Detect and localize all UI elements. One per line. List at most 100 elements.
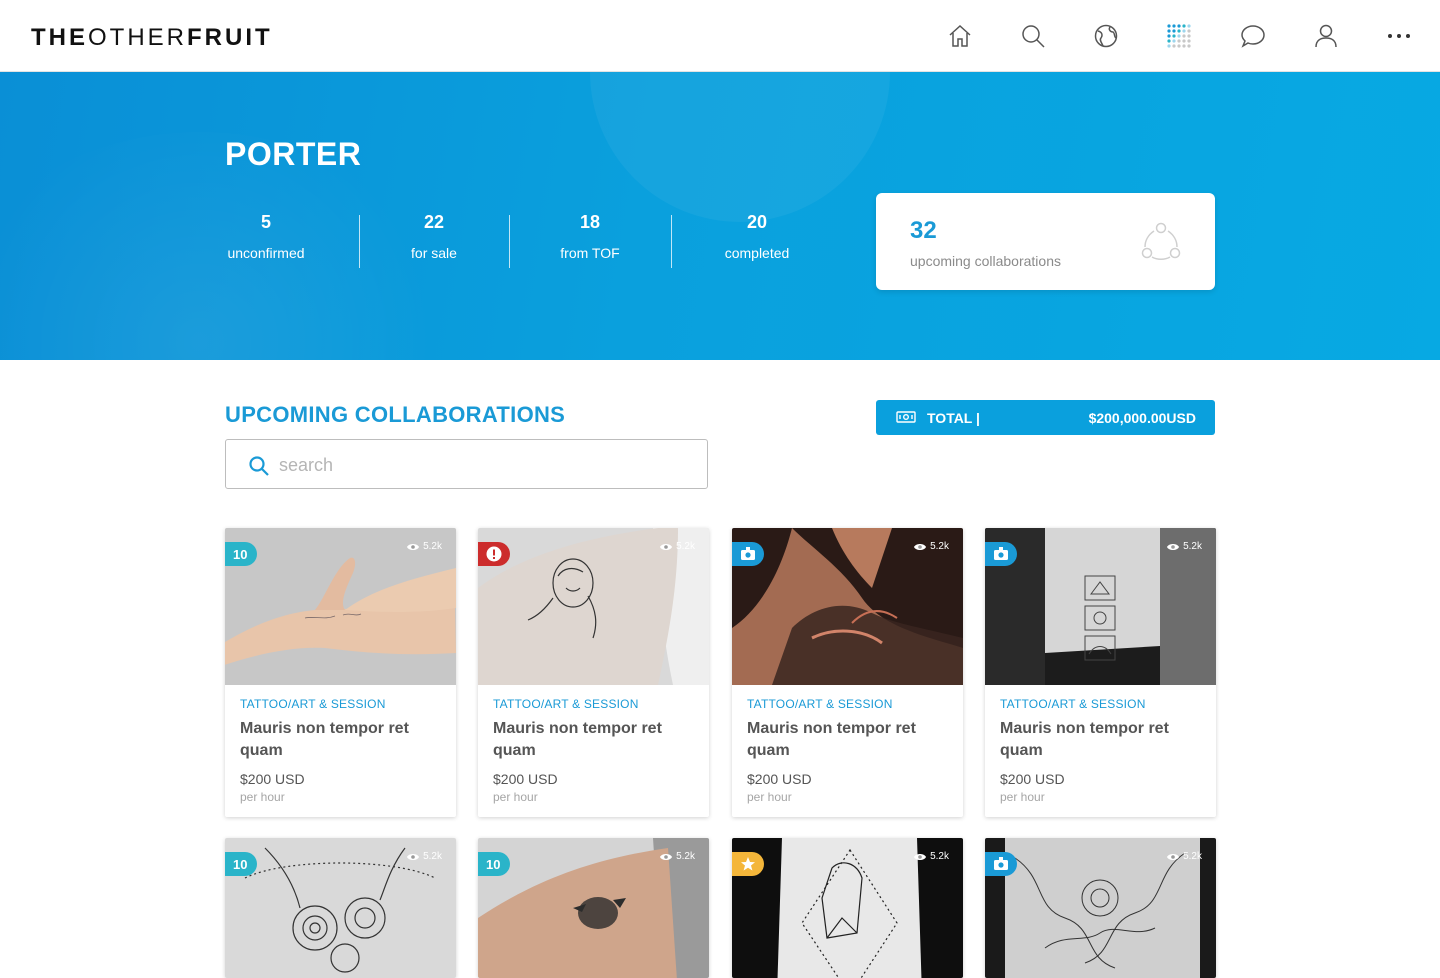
- card-title: Mauris non tempor ret quam: [493, 720, 662, 759]
- upcoming-collaborations-card[interactable]: 32 upcoming collaborations: [876, 193, 1215, 290]
- money-icon: [896, 410, 916, 427]
- collab-label: upcoming collaborations: [910, 253, 1061, 269]
- card-title: Mauris non tempor ret quam: [240, 720, 409, 759]
- page-title: PORTER: [225, 136, 362, 172]
- dots-grid-icon[interactable]: [1165, 22, 1193, 50]
- stat-for-sale[interactable]: 22 for sale: [359, 212, 509, 261]
- card-price-unit: per hour: [240, 790, 285, 804]
- logo-part: FRUIT: [187, 24, 273, 51]
- collab-count: 32: [910, 217, 937, 244]
- photo-badge: [985, 852, 1017, 876]
- collaboration-card[interactable]: 10 5.2k: [478, 838, 709, 978]
- photo-badge: [985, 542, 1017, 566]
- views-label: 5.2k: [423, 541, 442, 552]
- collaboration-card[interactable]: 5.2k TATTOO/ART & SESSION Mauris non tem…: [478, 528, 709, 817]
- user-icon[interactable]: [1312, 22, 1340, 50]
- views-label: 5.2k: [676, 851, 695, 862]
- view-count: 5.2k: [407, 541, 442, 552]
- collaboration-card[interactable]: 5.2k TATTOO/ART & SESSION Mauris non tem…: [732, 528, 963, 817]
- card-price: $200 USD: [240, 771, 305, 787]
- eye-icon: [914, 543, 927, 550]
- eye-icon: [660, 853, 673, 860]
- collaboration-card[interactable]: 10 5.2k: [225, 838, 456, 978]
- card-price: $200 USD: [493, 771, 558, 787]
- alert-icon: [486, 546, 502, 562]
- card-price-unit: per hour: [493, 790, 538, 804]
- eye-icon: [407, 543, 420, 550]
- view-count: 5.2k: [1167, 541, 1202, 552]
- camera-icon: [994, 857, 1008, 870]
- total-amount: $200,000.00USD: [1088, 410, 1196, 426]
- stat-from-tof[interactable]: 18 from TOF: [515, 212, 665, 261]
- card-category: TATTOO/ART & SESSION: [747, 697, 893, 711]
- stat-label: completed: [724, 245, 790, 261]
- view-count: 5.2k: [914, 851, 949, 862]
- view-count: 5.2k: [1167, 851, 1202, 862]
- view-count: 5.2k: [660, 541, 695, 552]
- search-icon[interactable]: [1019, 22, 1047, 50]
- card-title: Mauris non tempor ret quam: [1000, 720, 1169, 759]
- card-category: TATTOO/ART & SESSION: [240, 697, 386, 711]
- camera-icon: [741, 547, 755, 560]
- eye-icon: [1167, 543, 1180, 550]
- logo-part: OTHER: [88, 24, 187, 51]
- search-field[interactable]: [225, 439, 708, 489]
- more-icon[interactable]: [1385, 22, 1413, 50]
- globe-icon[interactable]: [1092, 22, 1120, 50]
- stat-divider: [509, 215, 510, 268]
- count-badge: 10: [225, 542, 257, 566]
- total-label: TOTAL |: [927, 410, 980, 426]
- stat-label: from TOF: [560, 245, 620, 261]
- camera-icon: [994, 547, 1008, 560]
- collaboration-icon: [1140, 221, 1182, 263]
- stat-label: unconfirmed: [227, 245, 305, 261]
- views-label: 5.2k: [930, 541, 949, 552]
- view-count: 5.2k: [660, 851, 695, 862]
- views-label: 5.2k: [676, 541, 695, 552]
- count-badge: 10: [225, 852, 257, 876]
- views-label: 5.2k: [930, 851, 949, 862]
- total-bar: TOTAL | $200,000.00USD: [876, 400, 1215, 435]
- chat-icon[interactable]: [1239, 22, 1267, 50]
- stat-value: 5: [260, 212, 271, 232]
- card-price: $200 USD: [1000, 771, 1065, 787]
- card-price-unit: per hour: [1000, 790, 1045, 804]
- search-icon: [248, 455, 270, 482]
- view-count: 5.2k: [407, 851, 442, 862]
- eye-icon: [1167, 853, 1180, 860]
- alert-badge: [478, 542, 510, 566]
- eye-icon: [660, 543, 673, 550]
- views-label: 5.2k: [423, 851, 442, 862]
- card-title: Mauris non tempor ret quam: [747, 720, 916, 759]
- views-label: 5.2k: [1183, 541, 1202, 552]
- search-input[interactable]: [279, 452, 679, 478]
- collaboration-card[interactable]: 5.2k: [985, 838, 1216, 978]
- view-count: 5.2k: [914, 541, 949, 552]
- collaboration-card[interactable]: 5.2k TATTOO/ART & SESSION Mauris non tem…: [985, 528, 1216, 817]
- section-title: UPCOMING COLLABORATIONS: [225, 402, 566, 427]
- photo-badge: [732, 542, 764, 566]
- logo-part: THE: [31, 24, 88, 51]
- views-label: 5.2k: [1183, 851, 1202, 862]
- stat-divider: [671, 215, 672, 268]
- count-badge: 10: [478, 852, 510, 876]
- stat-completed[interactable]: 20 completed: [682, 212, 832, 261]
- card-price: $200 USD: [747, 771, 812, 787]
- hero-background-art: [590, 72, 890, 222]
- eye-icon: [914, 853, 927, 860]
- card-category: TATTOO/ART & SESSION: [493, 697, 639, 711]
- stat-label: for sale: [411, 245, 457, 261]
- logo[interactable]: THEOTHERFRUIT: [31, 24, 273, 52]
- card-category: TATTOO/ART & SESSION: [1000, 697, 1146, 711]
- stat-unconfirmed[interactable]: 5 unconfirmed: [191, 212, 341, 261]
- eye-icon: [407, 853, 420, 860]
- home-icon[interactable]: [946, 22, 974, 50]
- featured-badge: [732, 852, 764, 876]
- hero-banner: PORTER 5 unconfirmed 22 for sale 18 from…: [0, 72, 1440, 360]
- collaboration-card[interactable]: 10 5.2k TATTOO/ART & SESSION Mauris non …: [225, 528, 456, 817]
- collaboration-card[interactable]: 5.2k: [732, 838, 963, 978]
- stat-value: 20: [746, 212, 768, 232]
- stat-value: 22: [423, 212, 445, 232]
- card-price-unit: per hour: [747, 790, 792, 804]
- top-nav: THEOTHERFRUIT: [0, 0, 1440, 72]
